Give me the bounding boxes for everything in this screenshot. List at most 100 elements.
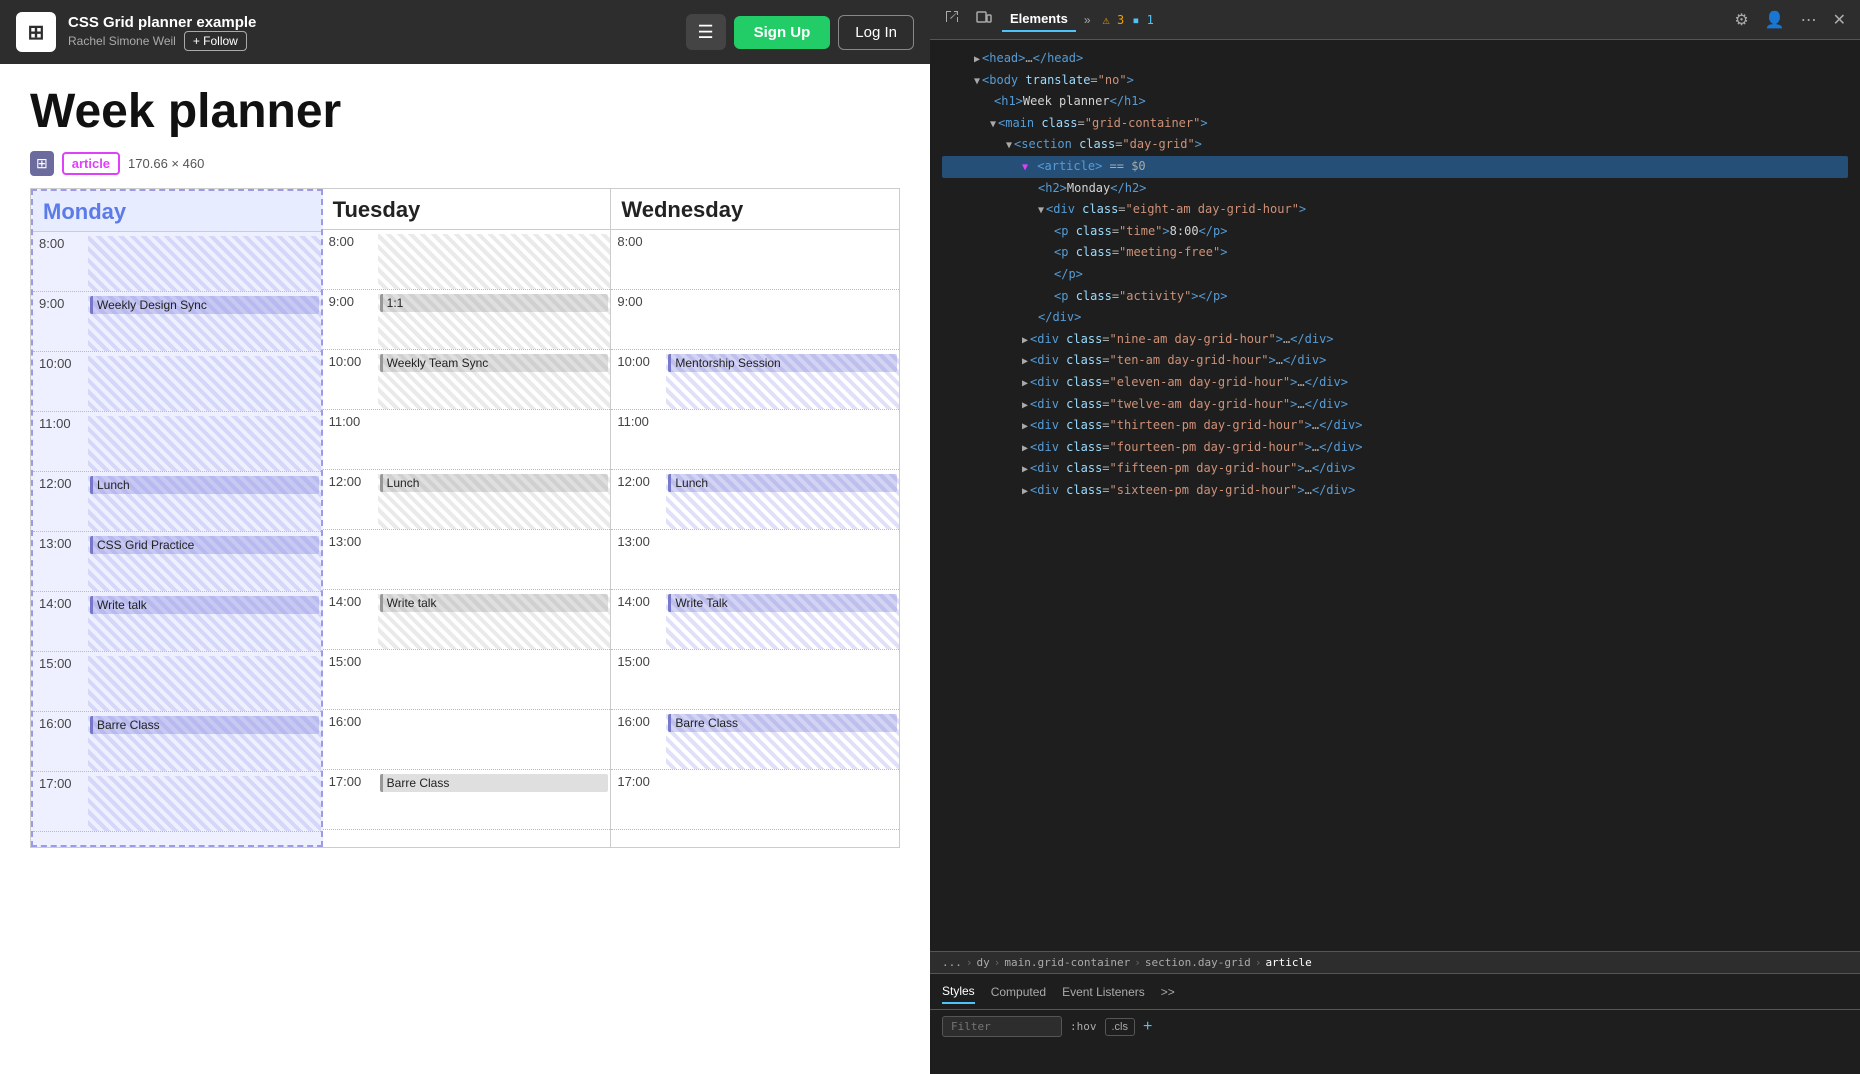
table-row: 15:00: [33, 652, 321, 712]
tree-node-div-eight[interactable]: ▼<div class="eight-am day-grid-hour">: [942, 199, 1848, 221]
table-row: 15:00: [323, 650, 611, 710]
tree-node-div-thirteen[interactable]: ▶<div class="thirteen-pm day-grid-hour">…: [942, 415, 1848, 437]
event-cell: [378, 714, 611, 769]
more-options-button[interactable]: ⋯: [1795, 6, 1823, 34]
more-tabs-button[interactable]: »: [1080, 9, 1095, 31]
tuesday-header: Tuesday: [323, 189, 611, 230]
breadcrumb-article[interactable]: article: [1265, 956, 1311, 969]
event-cell: [666, 414, 899, 469]
preview-content: Week planner ⊞ article 170.66 × 460 Mond…: [0, 64, 930, 1074]
tree-node-div-ten[interactable]: ▶<div class="ten-am day-grid-hour">…</di…: [942, 350, 1848, 372]
tree-node-div-fifteen[interactable]: ▶<div class="fifteen-pm day-grid-hour">……: [942, 458, 1848, 480]
event-cell: CSS Grid Practice: [88, 536, 321, 591]
time-label: 12:00: [611, 474, 666, 489]
event-block: Write talk: [380, 594, 609, 612]
more-style-tabs-button[interactable]: >>: [1161, 981, 1175, 1003]
table-row: 14:00 Write talk: [33, 592, 321, 652]
event-cell: [88, 236, 321, 291]
feedback-button[interactable]: 👤: [1759, 6, 1791, 34]
time-label: 13:00: [33, 536, 88, 551]
table-row: 8:00: [323, 230, 611, 290]
tree-node-h2[interactable]: <h2>Monday</h2>: [942, 178, 1848, 200]
table-row: 14:00 Write Talk: [611, 590, 899, 650]
table-row: 12:00 Lunch: [611, 470, 899, 530]
table-row: 12:00 Lunch: [323, 470, 611, 530]
close-devtools-button[interactable]: ✕: [1827, 6, 1852, 34]
time-label: 8:00: [33, 236, 88, 251]
time-label: 15:00: [33, 656, 88, 671]
tree-node-p-time[interactable]: <p class="time">8:00</p>: [942, 221, 1848, 243]
time-label: 10:00: [611, 354, 666, 369]
time-label: 9:00: [323, 294, 378, 309]
app-author: Rachel Simone Weil + Follow: [68, 31, 674, 51]
tree-node-div-close[interactable]: </div>: [942, 307, 1848, 329]
table-row: 12:00 Lunch: [33, 472, 321, 532]
devtools-right-icons: ⚙ 👤 ⋯ ✕: [1728, 6, 1852, 34]
event-cell: Weekly Team Sync: [378, 354, 611, 409]
time-label: 13:00: [323, 534, 378, 549]
breadcrumb: ... › dy › main.grid-container › section…: [930, 951, 1860, 974]
devtools-panel: Elements » ⚠ 3 ▪ 1 ⚙ 👤 ⋯ ✕ ▶<head>…</hea…: [930, 0, 1860, 1074]
event-block: Weekly Team Sync: [380, 354, 609, 372]
tree-node-section[interactable]: ▼<section class="day-grid">: [942, 134, 1848, 156]
table-row: 8:00: [33, 232, 321, 292]
signup-button[interactable]: Sign Up: [734, 16, 831, 49]
add-style-button[interactable]: +: [1143, 1018, 1152, 1036]
tree-node-head[interactable]: ▶<head>…</head>: [942, 48, 1848, 70]
table-row: 10:00 Mentorship Session: [611, 350, 899, 410]
breadcrumb-main[interactable]: main.grid-container: [1004, 956, 1130, 969]
tree-node-div-sixteen[interactable]: ▶<div class="sixteen-pm day-grid-hour">……: [942, 480, 1848, 502]
html-tree: ▶<head>…</head> ▼<body translate="no"> <…: [930, 40, 1860, 951]
login-button[interactable]: Log In: [838, 15, 914, 50]
tree-node-p-meeting-free-open[interactable]: <p class="meeting-free">: [942, 242, 1848, 264]
event-cell: 1:1: [378, 294, 611, 349]
follow-button[interactable]: + Follow: [184, 31, 247, 51]
breadcrumb-section[interactable]: section.day-grid: [1145, 956, 1251, 969]
event-listeners-tab-button[interactable]: Event Listeners: [1062, 981, 1145, 1003]
event-cell: [88, 416, 321, 471]
elements-tab-button[interactable]: Elements: [1002, 7, 1076, 32]
time-label: 10:00: [323, 354, 378, 369]
breadcrumb-ellipsis[interactable]: ...: [942, 956, 962, 969]
tree-node-p-close[interactable]: </p>: [942, 264, 1848, 286]
tree-node-h1[interactable]: <h1>Week planner</h1>: [942, 91, 1848, 113]
inspect-element-button[interactable]: [938, 5, 966, 34]
hamburger-button[interactable]: ☰: [686, 14, 726, 50]
table-row: 9:00 1:1: [323, 290, 611, 350]
element-tooltip: ⊞ article 170.66 × 460: [30, 151, 900, 176]
time-label: 17:00: [323, 774, 378, 789]
tree-node-main[interactable]: ▼<main class="grid-container">: [942, 113, 1848, 135]
tree-node-p-activity[interactable]: <p class="activity"></p>: [942, 286, 1848, 308]
tree-node-body[interactable]: ▼<body translate="no">: [942, 70, 1848, 92]
monday-time-rows: 8:00 9:00 Weekly Design Sync 10:00: [33, 232, 321, 845]
time-label: 9:00: [33, 296, 88, 311]
event-block: Barre Class: [380, 774, 609, 792]
monday-header: Monday: [33, 191, 321, 232]
event-block: Weekly Design Sync: [90, 296, 319, 314]
tree-node-div-fourteen[interactable]: ▶<div class="fourteen-pm day-grid-hour">…: [942, 437, 1848, 459]
time-label: 16:00: [33, 716, 88, 731]
cls-button[interactable]: .cls: [1105, 1018, 1136, 1036]
event-cell: [666, 294, 899, 349]
style-tabs-bar: Styles Computed Event Listeners >>: [930, 974, 1860, 1010]
table-row: 13:00: [323, 530, 611, 590]
computed-tab-button[interactable]: Computed: [991, 981, 1046, 1003]
tree-node-div-eleven[interactable]: ▶<div class="eleven-am day-grid-hour">…<…: [942, 372, 1848, 394]
author-name: Rachel Simone Weil: [68, 34, 176, 48]
event-cell: [378, 414, 611, 469]
logo-icon: ⊞: [16, 12, 56, 52]
event-block: Write talk: [90, 596, 319, 614]
device-toolbar-button[interactable]: [970, 5, 998, 34]
styles-tab-button[interactable]: Styles: [942, 980, 975, 1004]
settings-button[interactable]: ⚙: [1728, 6, 1754, 34]
event-cell: [378, 234, 611, 289]
info-badge: ▪ 1: [1132, 13, 1154, 27]
tree-node-div-twelve[interactable]: ▶<div class="twelve-am day-grid-hour">…<…: [942, 394, 1848, 416]
filter-input[interactable]: [942, 1016, 1062, 1037]
event-block: Write Talk: [668, 594, 897, 612]
breadcrumb-dy[interactable]: dy: [977, 956, 990, 969]
tree-node-div-nine[interactable]: ▶<div class="nine-am day-grid-hour">…</d…: [942, 329, 1848, 351]
event-cell: Barre Class: [88, 716, 321, 771]
time-label: 15:00: [611, 654, 666, 669]
tree-node-article-selected[interactable]: ▼ <article> == $0: [942, 156, 1848, 178]
